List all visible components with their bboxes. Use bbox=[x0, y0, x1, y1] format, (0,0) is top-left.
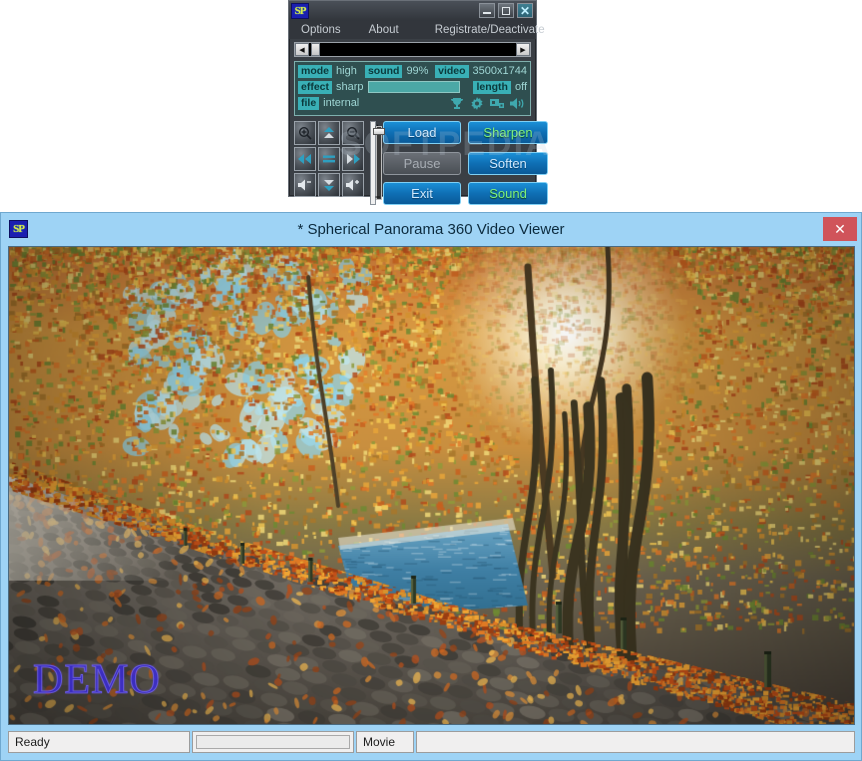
mode-indicator: Movie bbox=[356, 731, 414, 753]
stop-button[interactable] bbox=[318, 147, 340, 171]
sound-tag: sound bbox=[364, 64, 403, 78]
close-icon: ✕ bbox=[519, 3, 531, 18]
fast-forward-icon bbox=[347, 154, 360, 164]
menu-item-about[interactable]: About bbox=[349, 24, 407, 36]
stop-icon bbox=[323, 155, 335, 163]
monitor-icon[interactable] bbox=[490, 97, 504, 110]
pan-down-icon bbox=[324, 180, 334, 191]
control-panel-titlebar[interactable]: SP ✕ bbox=[289, 1, 536, 21]
scroll-left-button[interactable]: ◀ bbox=[295, 43, 309, 56]
menu-item-options[interactable]: Options bbox=[289, 24, 349, 36]
info-panel: mode high sound 99% video 3500x1744 effe… bbox=[294, 61, 531, 116]
statusbar: Ready Movie bbox=[8, 731, 855, 753]
statusbar-filler bbox=[416, 731, 855, 753]
minimize-icon bbox=[483, 12, 491, 14]
rewind-button[interactable] bbox=[294, 147, 316, 171]
menu-item-registrate-deactivate[interactable]: Registrate/Deactivate bbox=[407, 24, 553, 36]
direction-pad bbox=[294, 121, 364, 205]
slider-track[interactable] bbox=[376, 126, 382, 200]
position-scrollbar[interactable]: ◀ ▶ bbox=[294, 42, 531, 57]
sp-logo-icon: SP bbox=[291, 3, 309, 19]
info-row-1: mode high sound 99% video 3500x1744 bbox=[298, 64, 527, 78]
sound-value: 99% bbox=[406, 65, 429, 77]
volume-up-button[interactable] bbox=[342, 173, 364, 197]
effect-button-column: Sharpen Soften Sound bbox=[468, 121, 548, 205]
sound-button[interactable]: Sound bbox=[468, 182, 548, 205]
zoom-in-button[interactable] bbox=[294, 121, 316, 145]
pan-up-button[interactable] bbox=[318, 121, 340, 145]
length-tag: length bbox=[473, 80, 511, 94]
rewind-icon bbox=[298, 154, 311, 164]
info-icon-row bbox=[450, 96, 527, 110]
video-viewport[interactable]: DEMO bbox=[8, 246, 855, 725]
pan-up-icon bbox=[324, 127, 334, 138]
maximize-button[interactable] bbox=[498, 3, 514, 18]
soften-button[interactable]: Soften bbox=[468, 151, 548, 175]
status-text: Ready bbox=[8, 731, 190, 753]
scrollbar-thumb[interactable] bbox=[311, 43, 320, 56]
viewer-titlebar[interactable]: SP * Spherical Panorama 360 Video Viewer… bbox=[1, 213, 861, 245]
scroll-right-button[interactable]: ▶ bbox=[516, 43, 530, 56]
viewer-window: SP * Spherical Panorama 360 Video Viewer… bbox=[0, 212, 862, 761]
progress-field bbox=[192, 731, 354, 753]
progress-bar bbox=[196, 735, 350, 749]
zoom-out-icon bbox=[346, 126, 360, 140]
volume-bar[interactable] bbox=[367, 81, 461, 93]
effect-tag: effect bbox=[298, 80, 333, 94]
effect-value: sharp bbox=[336, 81, 364, 93]
volume-down-icon bbox=[298, 179, 311, 191]
minimize-button[interactable] bbox=[479, 3, 495, 18]
info-row-2: effect sharp length off bbox=[298, 80, 527, 94]
panorama-image bbox=[9, 247, 854, 724]
video-tag: video bbox=[435, 64, 469, 78]
maximize-icon bbox=[502, 6, 510, 15]
zoom-in-icon bbox=[298, 126, 312, 140]
info-row-3: file internal bbox=[298, 96, 527, 110]
video-value: 3500x1744 bbox=[472, 65, 527, 77]
file-value: internal bbox=[323, 97, 360, 109]
close-button[interactable]: ✕ bbox=[517, 3, 533, 18]
slider-thumb[interactable] bbox=[373, 128, 385, 135]
primary-button-column: Load Pause Exit bbox=[383, 121, 461, 205]
trophy-icon[interactable] bbox=[450, 97, 464, 110]
load-button[interactable]: Load bbox=[383, 121, 461, 144]
volume-up-icon bbox=[346, 179, 359, 191]
slider-minus-label: − bbox=[375, 192, 381, 202]
mode-value: high bbox=[336, 65, 357, 77]
gear-icon[interactable] bbox=[470, 96, 484, 110]
zoom-out-button[interactable] bbox=[342, 121, 364, 145]
viewer-close-button[interactable]: ✕ bbox=[823, 217, 857, 241]
control-panel-window: SP ✕ Options About Registrate/Deactivate… bbox=[288, 0, 550, 205]
window-controls: ✕ bbox=[479, 3, 533, 18]
close-icon-main: ✕ bbox=[834, 220, 846, 237]
length-value: off bbox=[514, 81, 527, 93]
volume-down-button[interactable] bbox=[294, 173, 316, 197]
pan-down-button[interactable] bbox=[318, 173, 340, 197]
speaker-icon[interactable] bbox=[510, 97, 525, 110]
mode-tag: mode bbox=[298, 64, 333, 78]
exit-button[interactable]: Exit bbox=[383, 182, 461, 205]
sharpen-button[interactable]: Sharpen bbox=[468, 121, 548, 144]
vertical-zoom-slider[interactable]: + − bbox=[370, 121, 385, 205]
control-panel-menubar: Options About Registrate/Deactivate bbox=[289, 21, 545, 39]
pause-button[interactable]: Pause bbox=[383, 151, 461, 175]
control-panel-body: SOFTPEDIA − Load Pause Exit Sharpen Soft… bbox=[294, 121, 550, 205]
page-title: * Spherical Panorama 360 Video Viewer bbox=[297, 220, 565, 238]
scrollbar-track[interactable] bbox=[309, 43, 516, 56]
file-tag: file bbox=[298, 96, 320, 110]
fast-forward-button[interactable] bbox=[342, 147, 364, 171]
